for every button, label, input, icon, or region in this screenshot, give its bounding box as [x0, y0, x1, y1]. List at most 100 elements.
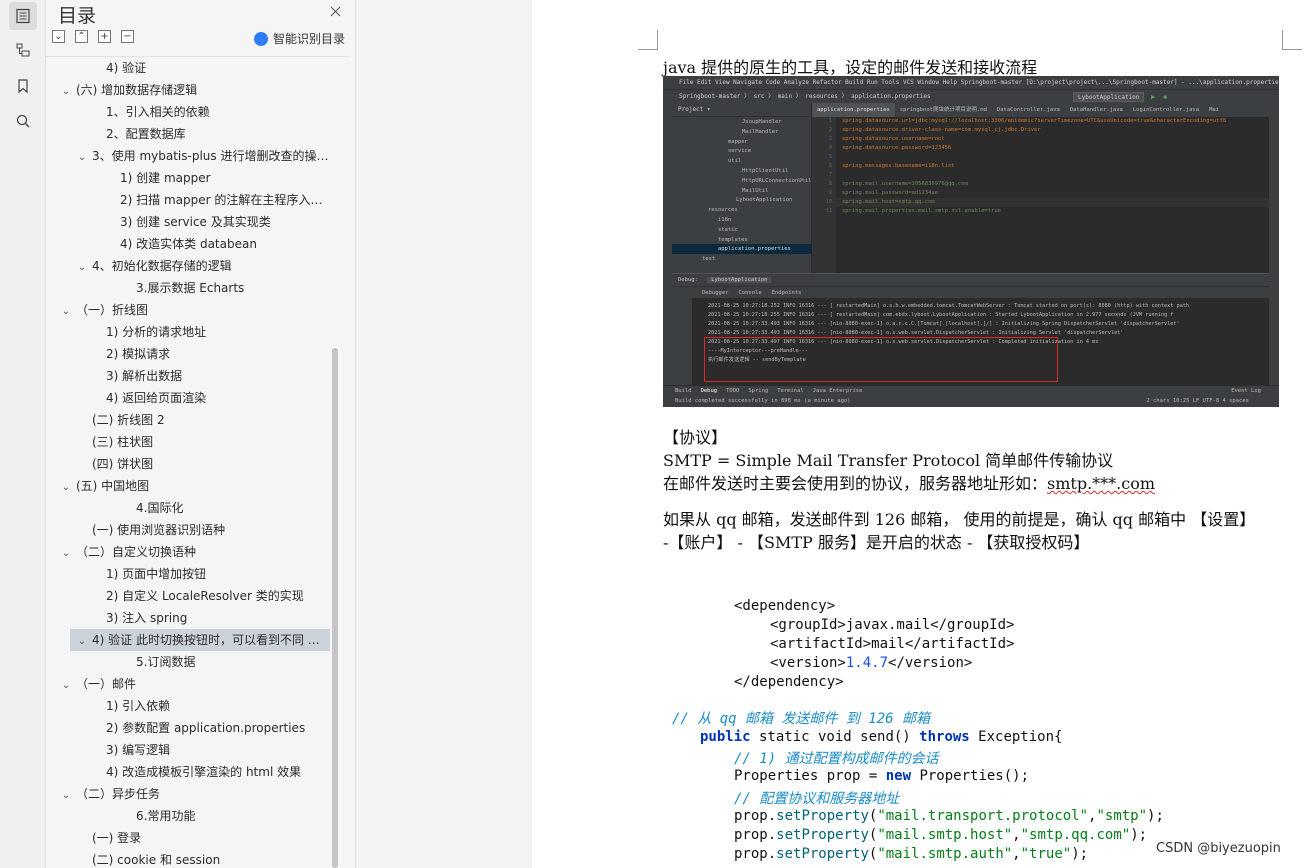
- toc-item[interactable]: 4) 返回给页面渲染: [106, 387, 330, 409]
- toc-item[interactable]: 2) 参数配置 application.properties: [106, 717, 330, 739]
- project-tree-node[interactable]: test: [702, 254, 715, 264]
- toc-item[interactable]: 3) 注入 spring: [106, 607, 330, 629]
- toc-item[interactable]: 3) 创建 service 及其实现类: [120, 211, 330, 233]
- bottom-tool-tab[interactable]: Build: [675, 388, 692, 394]
- toc-item[interactable]: (二) cookie 和 session: [92, 849, 330, 868]
- toc-item[interactable]: ⌄ (六) 增加数据存储逻辑: [60, 79, 330, 101]
- toc-item[interactable]: 4) 改造成模板引擎渲染的 html 效果: [106, 761, 330, 783]
- log-line: 2021-08-25 10:27:18.255 INFO 16316 --- […: [708, 312, 1174, 318]
- chevron-down-icon[interactable]: ⌄: [60, 543, 72, 563]
- project-tree-node[interactable]: JsoupHandler: [742, 117, 782, 127]
- toc-item[interactable]: ⌄ (五) 中国地图: [60, 475, 330, 497]
- line-number: 5: [828, 154, 832, 160]
- ide-breadcrumb: Springboot-master 〉 src 〉 main 〉 resourc…: [679, 93, 931, 100]
- toc-panel-icon[interactable]: [9, 2, 37, 30]
- project-tree-node[interactable]: application.properties: [672, 244, 812, 255]
- toc-item[interactable]: 2、配置数据库: [106, 123, 330, 145]
- outline-tree-icon[interactable]: [9, 36, 37, 64]
- editor-tab[interactable]: Mai: [1204, 103, 1224, 117]
- chevron-down-icon[interactable]: ⌄: [60, 675, 72, 695]
- project-tree-node[interactable]: mapper: [728, 137, 748, 147]
- project-tree-node[interactable]: static: [718, 225, 738, 235]
- toc-item[interactable]: 4.国际化: [136, 497, 330, 519]
- project-tree-node[interactable]: MailHandler: [742, 127, 778, 137]
- chevron-down-icon[interactable]: ⌄: [60, 477, 72, 497]
- close-icon[interactable]: [326, 2, 344, 20]
- chevron-down-icon[interactable]: ⌄: [60, 301, 72, 321]
- toc-item[interactable]: 2) 模拟请求: [106, 343, 330, 365]
- toc-scrollbar[interactable]: [332, 348, 338, 868]
- bottom-tool-tab[interactable]: Java Enterprise: [813, 388, 863, 394]
- toc-item[interactable]: 6.常用功能: [136, 805, 330, 827]
- chevron-down-icon[interactable]: ⌄: [76, 631, 88, 651]
- debug-tab[interactable]: Console: [739, 287, 762, 299]
- editor-tab[interactable]: LoginController.java: [1128, 103, 1204, 117]
- toc-item[interactable]: 4) 改造实体类 databean: [120, 233, 330, 255]
- toc-item-label: （一）折线图: [76, 303, 149, 317]
- project-tree-node[interactable]: service: [728, 146, 751, 156]
- editor-tab[interactable]: DataController.java: [992, 103, 1065, 117]
- project-tree-node[interactable]: util: [728, 156, 741, 166]
- toc-item[interactable]: 3) 编写逻辑: [106, 739, 330, 761]
- project-tree-node[interactable]: LybootApplication: [736, 195, 792, 205]
- icon-rail: [0, 0, 46, 868]
- toc-item[interactable]: 1) 分析的请求地址: [106, 321, 330, 343]
- toc-item-label: 3.展示数据 Echarts: [136, 281, 245, 295]
- toc-item[interactable]: ⌄ （一）邮件: [60, 673, 330, 695]
- debug-tab[interactable]: Endpoints: [772, 287, 802, 299]
- bottom-tool-tab[interactable]: Spring: [748, 388, 768, 394]
- collapse-all-button[interactable]: ⌄: [52, 30, 65, 43]
- project-tree-node[interactable]: templates: [718, 235, 748, 245]
- search-icon[interactable]: [9, 107, 37, 135]
- chevron-down-icon[interactable]: ⌄: [76, 147, 88, 167]
- chevron-down-icon[interactable]: ⌄: [60, 785, 72, 805]
- toc-item-label: 4.国际化: [136, 501, 184, 515]
- editor-tab[interactable]: application.properties: [812, 103, 895, 117]
- add-heading-button[interactable]: +: [98, 30, 111, 43]
- expand-up-button[interactable]: ⌃: [75, 30, 88, 43]
- ide-right-toolstrip: [1269, 103, 1279, 407]
- chevron-down-icon[interactable]: ⌄: [60, 81, 72, 101]
- toc-item[interactable]: (一) 使用浏览器识别语种: [92, 519, 330, 541]
- toc-item[interactable]: ⌄ （二）异步任务: [60, 783, 330, 805]
- toc-item[interactable]: ⌄ （二）自定义切换语种: [60, 541, 330, 563]
- toc-item[interactable]: ⌄ 3、使用 mybatis-plus 进行增删改查的操…: [76, 145, 330, 167]
- run-icon: ▶: [1151, 93, 1156, 101]
- editor-tab[interactable]: springboot爬虫统计项目说明.md: [895, 103, 992, 117]
- toc-item[interactable]: ⌄ （一）折线图: [60, 299, 330, 321]
- bottom-tool-tab[interactable]: Debug: [701, 388, 718, 394]
- toc-item[interactable]: 1、引入相关的依赖: [106, 101, 330, 123]
- toc-item[interactable]: 5.订阅数据: [136, 651, 330, 673]
- smart-toc-button[interactable]: 智能识别目录: [254, 30, 345, 47]
- toc-item[interactable]: 3.展示数据 Echarts: [136, 277, 330, 299]
- toc-item[interactable]: (三) 柱状图: [92, 431, 330, 453]
- toc-item[interactable]: 3) 解析出数据: [106, 365, 330, 387]
- toc-item[interactable]: 4) 验证: [106, 57, 330, 79]
- project-tree-node[interactable]: HttpClientUtil: [742, 166, 788, 176]
- bottom-tool-tab[interactable]: Terminal: [777, 388, 804, 394]
- page-corner-mark: [638, 30, 658, 50]
- toc-list: 4) 验证 ⌄ (六) 增加数据存储逻辑 1、引入相关的依赖 2、配置数据库 ⌄ 3、使用 …: [46, 56, 350, 868]
- project-tree-node[interactable]: resources: [708, 205, 738, 215]
- debug-tab[interactable]: Debugger: [702, 287, 729, 299]
- toc-item[interactable]: 1) 引入依赖: [106, 695, 330, 717]
- bookmark-icon[interactable]: [9, 72, 37, 100]
- toc-item[interactable]: (二) 折线图 2: [92, 409, 330, 431]
- toc-item[interactable]: ⌄ 4、初始化数据存储的逻辑: [76, 255, 330, 277]
- editor-tab[interactable]: DataHandler.java: [1065, 103, 1128, 117]
- toc-item[interactable]: 2) 扫描 mapper 的注解在主程序入口 …: [120, 189, 330, 211]
- remove-heading-button[interactable]: −: [121, 30, 134, 43]
- toc-item[interactable]: (一) 登录: [92, 827, 330, 849]
- toc-item[interactable]: 1) 页面中增加按钮: [106, 563, 330, 585]
- project-tree-node[interactable]: HttpURLConnectionUtil: [742, 176, 812, 186]
- toc-item[interactable]: ⌄ 4) 验证 此时切换按钮时，可以看到不同 …: [70, 629, 330, 651]
- bottom-tool-tab[interactable]: TODO: [726, 388, 739, 394]
- ide-editor: 1 spring.datasource.url=jdbc:mysql://loca…: [812, 117, 1269, 273]
- toc-item[interactable]: 2) 自定义 LocaleResolver 类的实现: [106, 585, 330, 607]
- toc-item[interactable]: (四) 饼状图: [92, 453, 330, 475]
- project-tree-node[interactable]: i18n: [718, 215, 731, 225]
- chevron-down-icon[interactable]: ⌄: [76, 257, 88, 277]
- toc-item[interactable]: 1) 创建 mapper: [120, 167, 330, 189]
- toc-item-label: (二) cookie 和 session: [92, 853, 221, 867]
- project-tree-node[interactable]: MailUtil: [742, 186, 769, 196]
